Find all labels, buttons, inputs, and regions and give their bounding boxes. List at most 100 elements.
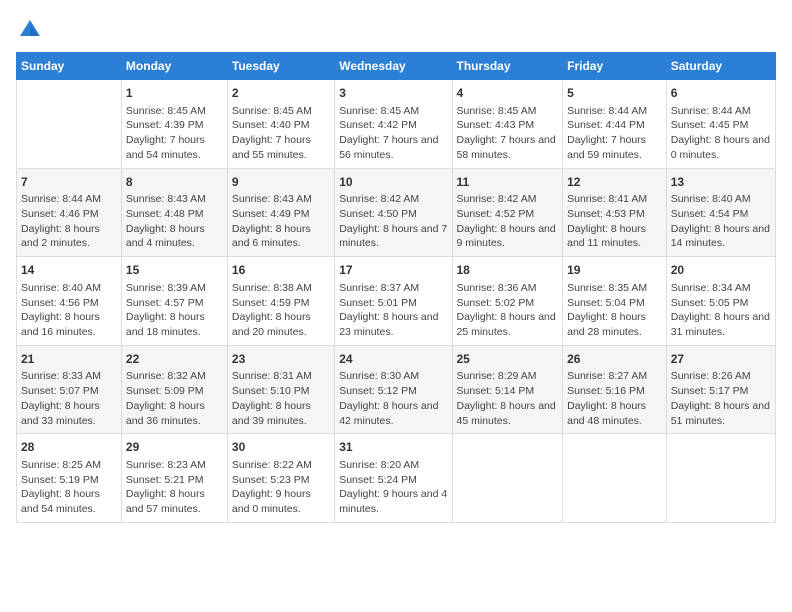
day-number: 1 [126, 85, 223, 102]
cell-w2-d1: 15 Sunrise: 8:39 AMSunset: 4:57 PMDayligh… [121, 257, 227, 346]
cell-w2-d6: 20 Sunrise: 8:34 AMSunset: 5:05 PMDayligh… [666, 257, 775, 346]
day-info: Sunrise: 8:23 AMSunset: 5:21 PMDaylight:… [126, 458, 223, 517]
cell-w4-d6 [666, 434, 775, 523]
day-info: Sunrise: 8:43 AMSunset: 4:49 PMDaylight:… [232, 192, 330, 251]
cell-w4-d5 [563, 434, 667, 523]
day-info: Sunrise: 8:31 AMSunset: 5:10 PMDaylight:… [232, 369, 330, 428]
cell-w0-d2: 2 Sunrise: 8:45 AMSunset: 4:40 PMDaylight… [227, 80, 334, 169]
day-info: Sunrise: 8:34 AMSunset: 5:05 PMDaylight:… [671, 281, 771, 340]
header-saturday: Saturday [666, 53, 775, 80]
cell-w3-d3: 24Sunrise: 8:30 AMSunset: 5:12 PMDayligh… [335, 345, 452, 434]
cell-w3-d4: 25Sunrise: 8:29 AMSunset: 5:14 PMDayligh… [452, 345, 563, 434]
header-friday: Friday [563, 53, 667, 80]
day-info: Sunrise: 8:30 AMSunset: 5:12 PMDaylight:… [339, 369, 447, 428]
day-info: Sunrise: 8:38 AMSunset: 4:59 PMDaylight:… [232, 281, 330, 340]
day-info: Sunrise: 8:37 AMSunset: 5:01 PMDaylight:… [339, 281, 447, 340]
cell-w0-d5: 5 Sunrise: 8:44 AMSunset: 4:44 PMDaylight… [563, 80, 667, 169]
day-number: 11 [457, 174, 559, 191]
day-number: 24 [339, 351, 447, 368]
day-number: 13 [671, 174, 771, 191]
cell-w4-d4 [452, 434, 563, 523]
day-info: Sunrise: 8:33 AMSunset: 5:07 PMDaylight:… [21, 369, 117, 428]
day-info: Sunrise: 8:20 AMSunset: 5:24 PMDaylight:… [339, 458, 447, 517]
day-number: 18 [457, 262, 559, 279]
cell-w2-d3: 17Sunrise: 8:37 AMSunset: 5:01 PMDayligh… [335, 257, 452, 346]
header-wednesday: Wednesday [335, 53, 452, 80]
day-number: 2 [232, 85, 330, 102]
week-row-1: 7Sunrise: 8:44 AMSunset: 4:46 PMDaylight… [17, 168, 776, 257]
cell-w3-d6: 27Sunrise: 8:26 AMSunset: 5:17 PMDayligh… [666, 345, 775, 434]
day-number: 22 [126, 351, 223, 368]
day-info: Sunrise: 8:41 AMSunset: 4:53 PMDaylight:… [567, 192, 662, 251]
day-number: 14 [21, 262, 117, 279]
day-number: 6 [671, 85, 771, 102]
cell-w1-d3: 10Sunrise: 8:42 AMSunset: 4:50 PMDayligh… [335, 168, 452, 257]
cell-w0-d4: 4 Sunrise: 8:45 AMSunset: 4:43 PMDaylight… [452, 80, 563, 169]
week-row-2: 14 Sunrise: 8:40 AMSunset: 4:56 PMDayligh… [17, 257, 776, 346]
cell-w1-d6: 13Sunrise: 8:40 AMSunset: 4:54 PMDayligh… [666, 168, 775, 257]
day-number: 20 [671, 262, 771, 279]
day-info: Sunrise: 8:43 AMSunset: 4:48 PMDaylight:… [126, 192, 223, 251]
week-row-4: 28 Sunrise: 8:25 AMSunset: 5:19 PMDayligh… [17, 434, 776, 523]
day-info: Sunrise: 8:36 AMSunset: 5:02 PMDaylight:… [457, 281, 559, 340]
day-number: 15 [126, 262, 223, 279]
cell-w1-d0: 7Sunrise: 8:44 AMSunset: 4:46 PMDaylight… [17, 168, 122, 257]
day-number: 3 [339, 85, 447, 102]
week-row-3: 21Sunrise: 8:33 AMSunset: 5:07 PMDayligh… [17, 345, 776, 434]
day-number: 30 [232, 439, 330, 456]
cell-w1-d5: 12Sunrise: 8:41 AMSunset: 4:53 PMDayligh… [563, 168, 667, 257]
cell-w3-d1: 22Sunrise: 8:32 AMSunset: 5:09 PMDayligh… [121, 345, 227, 434]
day-info: Sunrise: 8:45 AMSunset: 4:43 PMDaylight:… [457, 104, 559, 163]
cell-w2-d4: 18 Sunrise: 8:36 AMSunset: 5:02 PMDayligh… [452, 257, 563, 346]
header-tuesday: Tuesday [227, 53, 334, 80]
cell-w3-d5: 26Sunrise: 8:27 AMSunset: 5:16 PMDayligh… [563, 345, 667, 434]
day-info: Sunrise: 8:44 AMSunset: 4:44 PMDaylight:… [567, 104, 662, 163]
day-number: 23 [232, 351, 330, 368]
cell-w3-d2: 23Sunrise: 8:31 AMSunset: 5:10 PMDayligh… [227, 345, 334, 434]
day-number: 4 [457, 85, 559, 102]
day-info: Sunrise: 8:40 AMSunset: 4:56 PMDaylight:… [21, 281, 117, 340]
header-sunday: Sunday [17, 53, 122, 80]
cell-w1-d1: 8Sunrise: 8:43 AMSunset: 4:48 PMDaylight… [121, 168, 227, 257]
cell-w0-d6: 6Sunrise: 8:44 AMSunset: 4:45 PMDaylight… [666, 80, 775, 169]
day-number: 28 [21, 439, 117, 456]
day-number: 16 [232, 262, 330, 279]
cell-w1-d2: 9Sunrise: 8:43 AMSunset: 4:49 PMDaylight… [227, 168, 334, 257]
day-info: Sunrise: 8:27 AMSunset: 5:16 PMDaylight:… [567, 369, 662, 428]
cell-w4-d2: 30Sunrise: 8:22 AMSunset: 5:23 PMDayligh… [227, 434, 334, 523]
header-monday: Monday [121, 53, 227, 80]
cell-w0-d1: 1 Sunrise: 8:45 AMSunset: 4:39 PMDaylight… [121, 80, 227, 169]
logo-icon [16, 16, 44, 44]
day-number: 26 [567, 351, 662, 368]
cell-w4-d1: 29Sunrise: 8:23 AMSunset: 5:21 PMDayligh… [121, 434, 227, 523]
day-info: Sunrise: 8:39 AMSunset: 4:57 PMDaylight:… [126, 281, 223, 340]
cell-w2-d0: 14 Sunrise: 8:40 AMSunset: 4:56 PMDayligh… [17, 257, 122, 346]
day-info: Sunrise: 8:26 AMSunset: 5:17 PMDaylight:… [671, 369, 771, 428]
day-info: Sunrise: 8:45 AMSunset: 4:42 PMDaylight:… [339, 104, 447, 163]
day-number: 7 [21, 174, 117, 191]
day-info: Sunrise: 8:32 AMSunset: 5:09 PMDaylight:… [126, 369, 223, 428]
cell-w2-d5: 19Sunrise: 8:35 AMSunset: 5:04 PMDayligh… [563, 257, 667, 346]
week-row-0: 1 Sunrise: 8:45 AMSunset: 4:39 PMDaylight… [17, 80, 776, 169]
day-number: 27 [671, 351, 771, 368]
day-info: Sunrise: 8:40 AMSunset: 4:54 PMDaylight:… [671, 192, 771, 251]
cell-w4-d0: 28 Sunrise: 8:25 AMSunset: 5:19 PMDayligh… [17, 434, 122, 523]
cell-w0-d0 [17, 80, 122, 169]
day-info: Sunrise: 8:44 AMSunset: 4:46 PMDaylight:… [21, 192, 117, 251]
day-number: 5 [567, 85, 662, 102]
day-number: 25 [457, 351, 559, 368]
cell-w0-d3: 3 Sunrise: 8:45 AMSunset: 4:42 PMDaylight… [335, 80, 452, 169]
calendar-table: SundayMondayTuesdayWednesdayThursdayFrid… [16, 52, 776, 523]
day-info: Sunrise: 8:45 AMSunset: 4:40 PMDaylight:… [232, 104, 330, 163]
day-number: 19 [567, 262, 662, 279]
header-row: SundayMondayTuesdayWednesdayThursdayFrid… [17, 53, 776, 80]
cell-w1-d4: 11Sunrise: 8:42 AMSunset: 4:52 PMDayligh… [452, 168, 563, 257]
day-number: 12 [567, 174, 662, 191]
day-info: Sunrise: 8:45 AMSunset: 4:39 PMDaylight:… [126, 104, 223, 163]
day-info: Sunrise: 8:25 AMSunset: 5:19 PMDaylight:… [21, 458, 117, 517]
day-info: Sunrise: 8:42 AMSunset: 4:52 PMDaylight:… [457, 192, 559, 251]
day-number: 10 [339, 174, 447, 191]
day-info: Sunrise: 8:42 AMSunset: 4:50 PMDaylight:… [339, 192, 447, 251]
day-info: Sunrise: 8:29 AMSunset: 5:14 PMDaylight:… [457, 369, 559, 428]
cell-w2-d2: 16 Sunrise: 8:38 AMSunset: 4:59 PMDayligh… [227, 257, 334, 346]
